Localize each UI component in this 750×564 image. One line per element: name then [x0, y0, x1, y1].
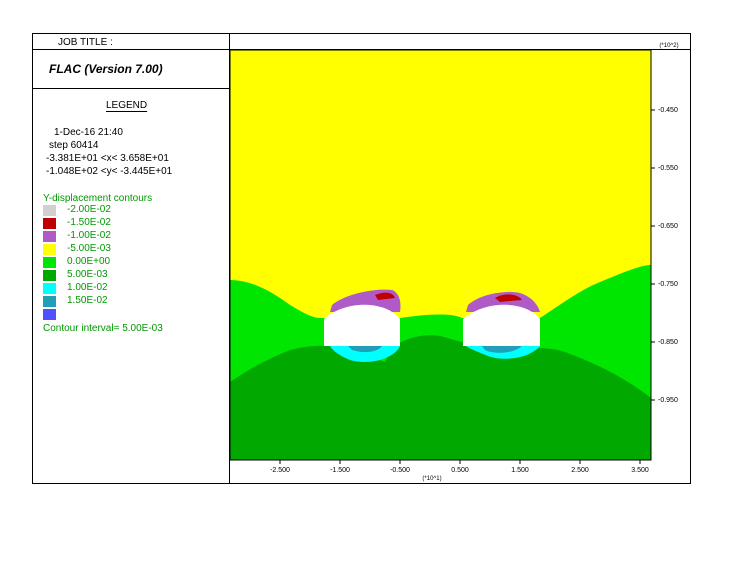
displacement-contour-plot: -2.500 -1.500 -0.500 0.500 1.500 2.500 3.500 -…: [229, 43, 679, 482]
x-multiplier-label: (*10^1): [422, 476, 441, 482]
contour-fills: [230, 50, 651, 460]
x-tick-label: -0.500: [390, 467, 410, 474]
y-multiplier-label: (*10^2): [659, 43, 678, 49]
x-tick-label: 0.500: [451, 467, 469, 474]
x-tick-label: -1.500: [330, 467, 350, 474]
x-axis-ticks: -2.500 -1.500 -0.500 0.500 1.500 2.500 3.500: [270, 460, 649, 474]
y-tick-label: -0.550: [658, 165, 678, 172]
y-tick-label: -0.850: [658, 339, 678, 346]
y-tick-label: -0.750: [658, 281, 678, 288]
y-tick-label: -0.950: [658, 397, 678, 404]
x-tick-label: -2.500: [270, 467, 290, 474]
y-axis-ticks: -0.450 -0.550 -0.650 -0.750 -0.850 -0.950: [651, 107, 678, 404]
y-tick-label: -0.650: [658, 223, 678, 230]
x-tick-label: 3.500: [631, 467, 649, 474]
y-tick-label: -0.450: [658, 107, 678, 114]
x-tick-label: 2.500: [571, 467, 589, 474]
x-tick-label: 1.500: [511, 467, 529, 474]
